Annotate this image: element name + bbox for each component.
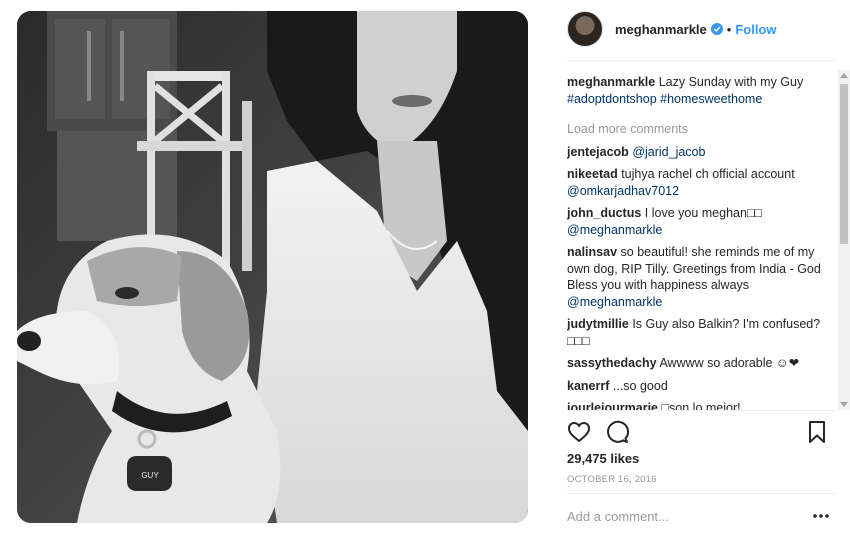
comment: john_ductus I love you meghan□□ @meghanm… [567, 205, 837, 238]
post-details-panel: meghanmarkle • Follow meghanmarkle Lazy … [555, 0, 850, 539]
comment-username[interactable]: judytmillie [567, 317, 629, 331]
separator-dot: • [726, 21, 732, 37]
scroll-up-arrow-icon[interactable] [840, 73, 848, 78]
dog-tag-text: GUY [141, 471, 159, 480]
comment-text: tujhya rachel ch official account [621, 167, 795, 181]
add-comment-divider [567, 493, 836, 494]
comment-username[interactable]: nikeetad [567, 167, 618, 181]
scroll-down-arrow-icon[interactable] [840, 402, 848, 407]
comment-username[interactable]: john_ductus [567, 206, 641, 220]
comment: nalinsav so beautiful! she reminds me of… [567, 244, 837, 310]
caption: meghanmarkle Lazy Sunday with my Guy #ad… [567, 74, 837, 107]
comment-username[interactable]: nalinsav [567, 245, 617, 259]
heart-icon[interactable] [567, 420, 591, 444]
post-date: OCTOBER 16, 2016 [567, 474, 657, 485]
post-header: meghanmarkle • Follow [567, 10, 837, 48]
comment-username[interactable]: kanerrf [567, 379, 609, 393]
comment: jentejacob @jarid_jacob [567, 144, 837, 161]
follow-button[interactable]: Follow [735, 22, 776, 37]
comment-mention[interactable]: @meghanmarkle [567, 295, 662, 309]
comment-username[interactable]: jourlejourmarie [567, 401, 658, 410]
header-divider [567, 60, 836, 61]
avatar[interactable] [567, 11, 603, 47]
post-photo-drawing: GUY [17, 11, 528, 523]
caption-text: Lazy Sunday with my Guy [658, 75, 804, 89]
comment-text: I love you meghan□□ [644, 206, 763, 220]
post-photo[interactable]: GUY [17, 11, 528, 523]
header-username[interactable]: meghanmarkle [615, 22, 707, 37]
caption-username[interactable]: meghanmarkle [567, 75, 655, 89]
load-more-comments-link[interactable]: Load more comments [567, 121, 837, 138]
comment: kanerrf ...so good [567, 378, 837, 395]
comment: nikeetad tujhya rachel ch official accou… [567, 166, 837, 199]
comment-text: □son lo mejor! [661, 401, 741, 410]
comment: judytmillie Is Guy also Balkin? I'm conf… [567, 316, 837, 349]
comment-text: ...so good [612, 378, 668, 393]
comment-mention[interactable]: @omkarjadhav7012 [567, 184, 679, 198]
comment-icon[interactable] [605, 420, 629, 444]
scrollbar-thumb[interactable] [840, 84, 848, 244]
verified-badge-icon [710, 23, 723, 35]
post-actions [567, 420, 829, 444]
comment-mention[interactable]: @jarid_jacob [632, 145, 705, 159]
likes-count[interactable]: 29,475 likes [567, 451, 639, 466]
comment: sassythedachy Awwww so adorable ☺❤ [567, 355, 837, 372]
comment: jourlejourmarie □son lo mejor! [567, 400, 837, 410]
comment-mention[interactable]: @meghanmarkle [567, 223, 662, 237]
bookmark-icon[interactable] [805, 420, 829, 444]
comments-divider [567, 410, 836, 411]
caption-hashtags[interactable]: #adoptdontshop #homesweethome [567, 92, 762, 106]
more-options-icon[interactable] [812, 510, 830, 522]
comments-scrollbar[interactable] [838, 70, 850, 410]
comment-username[interactable]: sassythedachy [567, 356, 657, 370]
comment-text: Awwww so adorable ☺❤ [659, 356, 800, 370]
comments-list: meghanmarkle Lazy Sunday with my Guy #ad… [567, 74, 837, 410]
comment-username[interactable]: jentejacob [567, 145, 629, 159]
add-comment-input[interactable]: Add a comment... [567, 509, 669, 524]
